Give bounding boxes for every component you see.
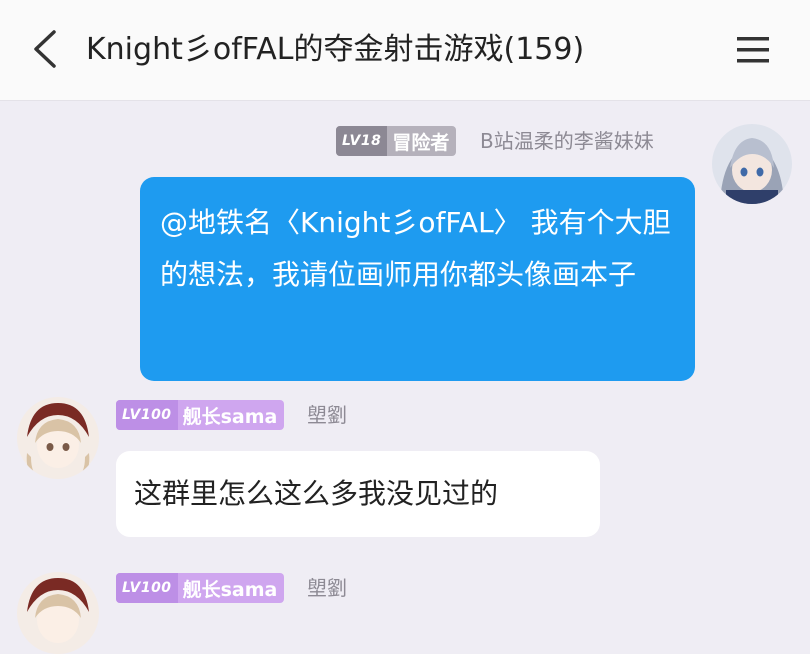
chat-header: Knight彡ofFAL的夺金射击游戏(159) (0, 0, 810, 101)
menu-button[interactable] (730, 28, 776, 72)
level-badge: LV100 舰长sama (116, 400, 285, 430)
badge-title: 舰长sama (182, 405, 278, 428)
sender-name[interactable]: 塱劉 (307, 400, 347, 430)
group-title: Knight彡ofFAL的夺金射击游戏(159) (86, 32, 585, 67)
level-label: LV100 (116, 573, 178, 603)
avatar[interactable] (17, 397, 99, 479)
avatar[interactable] (17, 572, 99, 654)
back-button[interactable] (22, 24, 68, 74)
sender-name[interactable]: 塱劉 (307, 573, 347, 603)
avatar[interactable] (712, 124, 792, 204)
chevron-left-icon (34, 30, 56, 68)
badge-title: 冒险者 (392, 131, 450, 154)
message-bubble[interactable]: @地铁名〈Knight彡ofFAL〉 我有个大胆的想法，我请位画师用你都头像画本… (140, 177, 695, 381)
level-label: LV18 (336, 126, 388, 156)
message-bubble[interactable]: 这群里怎么这么多我没见过的 (116, 451, 600, 537)
level-badge: LV18 冒险者 (336, 126, 457, 156)
level-label: LV100 (116, 400, 178, 430)
badge-title: 舰长sama (182, 578, 278, 601)
hamburger-menu-icon (737, 37, 769, 63)
level-badge: LV100 舰长sama (116, 573, 285, 603)
sender-name[interactable]: B站温柔的李酱妹妹 (480, 126, 654, 156)
